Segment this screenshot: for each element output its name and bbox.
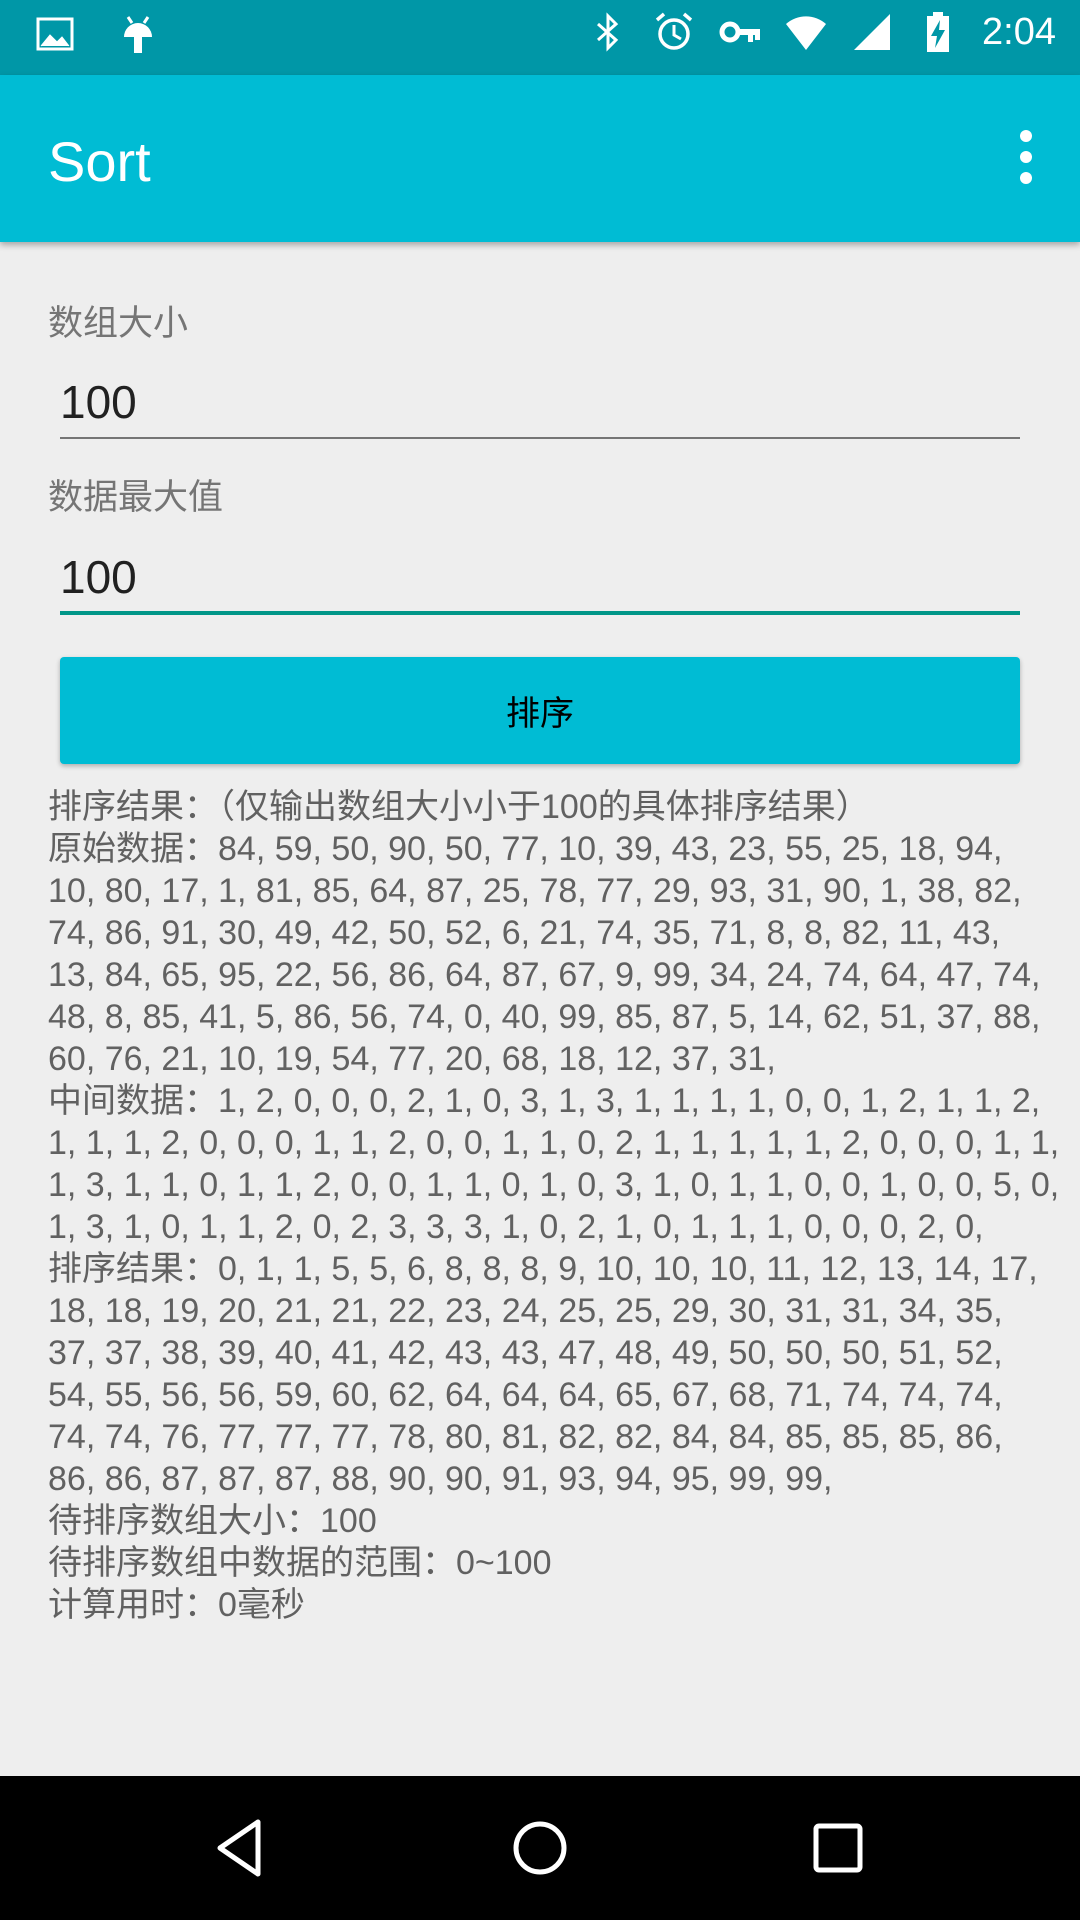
status-bar: 2:04	[0, 0, 1080, 75]
result-line: 86, 86, 87, 87, 87, 88, 90, 90, 91, 93, …	[48, 1460, 833, 1498]
max-value-label: 数据最大值	[48, 478, 224, 518]
array-size-input[interactable]	[60, 364, 1020, 440]
cell-signal-icon	[854, 14, 891, 50]
result-line: 37, 37, 38, 39, 40, 41, 42, 43, 43, 47, …	[48, 1334, 1003, 1372]
result-line: 1, 1, 1, 2, 0, 0, 0, 1, 1, 2, 0, 0, 1, 1…	[48, 1124, 1060, 1162]
more-vert-icon[interactable]	[992, 123, 1060, 191]
back-icon[interactable]	[210, 1816, 274, 1880]
recents-icon[interactable]	[806, 1816, 870, 1880]
result-line: 待排序数组中数据的范围：0~100	[48, 1544, 552, 1582]
result-line: 排序结果：（仅输出数组大小小于100的具体排序结果）	[48, 788, 870, 826]
array-size-label: 数组大小	[48, 304, 189, 344]
result-line: 18, 18, 19, 20, 21, 21, 22, 23, 24, 25, …	[48, 1292, 1003, 1330]
home-icon[interactable]	[508, 1816, 572, 1880]
result-line: 48, 8, 85, 41, 5, 86, 56, 74, 0, 40, 99,…	[48, 998, 1041, 1036]
result-line: 中间数据：1, 2, 0, 0, 0, 2, 1, 0, 3, 1, 3, 1,…	[48, 1082, 1041, 1120]
status-time: 2:04	[982, 10, 1056, 53]
result-line: 10, 80, 17, 1, 81, 85, 64, 87, 25, 78, 7…	[48, 872, 1022, 910]
max-value-input[interactable]	[60, 539, 1020, 615]
result-line: 74, 74, 76, 77, 77, 77, 78, 80, 81, 82, …	[48, 1418, 1003, 1456]
android-debug-icon	[124, 16, 152, 53]
vpn-key-icon	[719, 21, 761, 43]
array-size-underline	[60, 437, 1020, 439]
result-line: 1, 3, 1, 1, 0, 1, 1, 2, 0, 0, 1, 1, 0, 1…	[48, 1166, 1060, 1204]
result-line: 1, 3, 1, 0, 1, 1, 2, 0, 2, 3, 3, 3, 1, 0…	[48, 1208, 984, 1246]
result-line: 排序结果：0, 1, 1, 5, 5, 6, 8, 8, 8, 9, 10, 1…	[48, 1250, 1038, 1288]
image-notification-icon	[36, 17, 74, 51]
result-line: 74, 86, 91, 30, 49, 42, 50, 52, 6, 21, 7…	[48, 914, 1001, 952]
wifi-icon	[786, 16, 827, 50]
max-value-underline	[60, 611, 1020, 615]
result-line: 60, 76, 21, 10, 19, 54, 77, 20, 68, 18, …	[48, 1040, 776, 1078]
result-line: 待排序数组大小：100	[48, 1502, 377, 1540]
app-title: Sort	[48, 130, 151, 193]
sort-button[interactable]: 排序	[60, 657, 1020, 764]
result-text: 排序结果：（仅输出数组大小小于100的具体排序结果） 原始数据：84, 59, …	[48, 786, 1060, 1626]
alarm-icon	[655, 12, 693, 50]
result-line: 54, 55, 56, 56, 59, 60, 62, 64, 64, 64, …	[48, 1376, 1003, 1414]
result-line: 13, 84, 65, 95, 22, 56, 86, 64, 87, 67, …	[48, 956, 1041, 994]
result-line: 原始数据：84, 59, 50, 90, 50, 77, 10, 39, 43,…	[48, 830, 1003, 868]
navigation-bar	[0, 1776, 1080, 1920]
app-bar: Sort	[0, 75, 1080, 242]
bluetooth-icon	[597, 12, 619, 52]
result-line: 计算用时：0毫秒	[48, 1586, 305, 1624]
battery-charging-icon	[927, 12, 950, 52]
